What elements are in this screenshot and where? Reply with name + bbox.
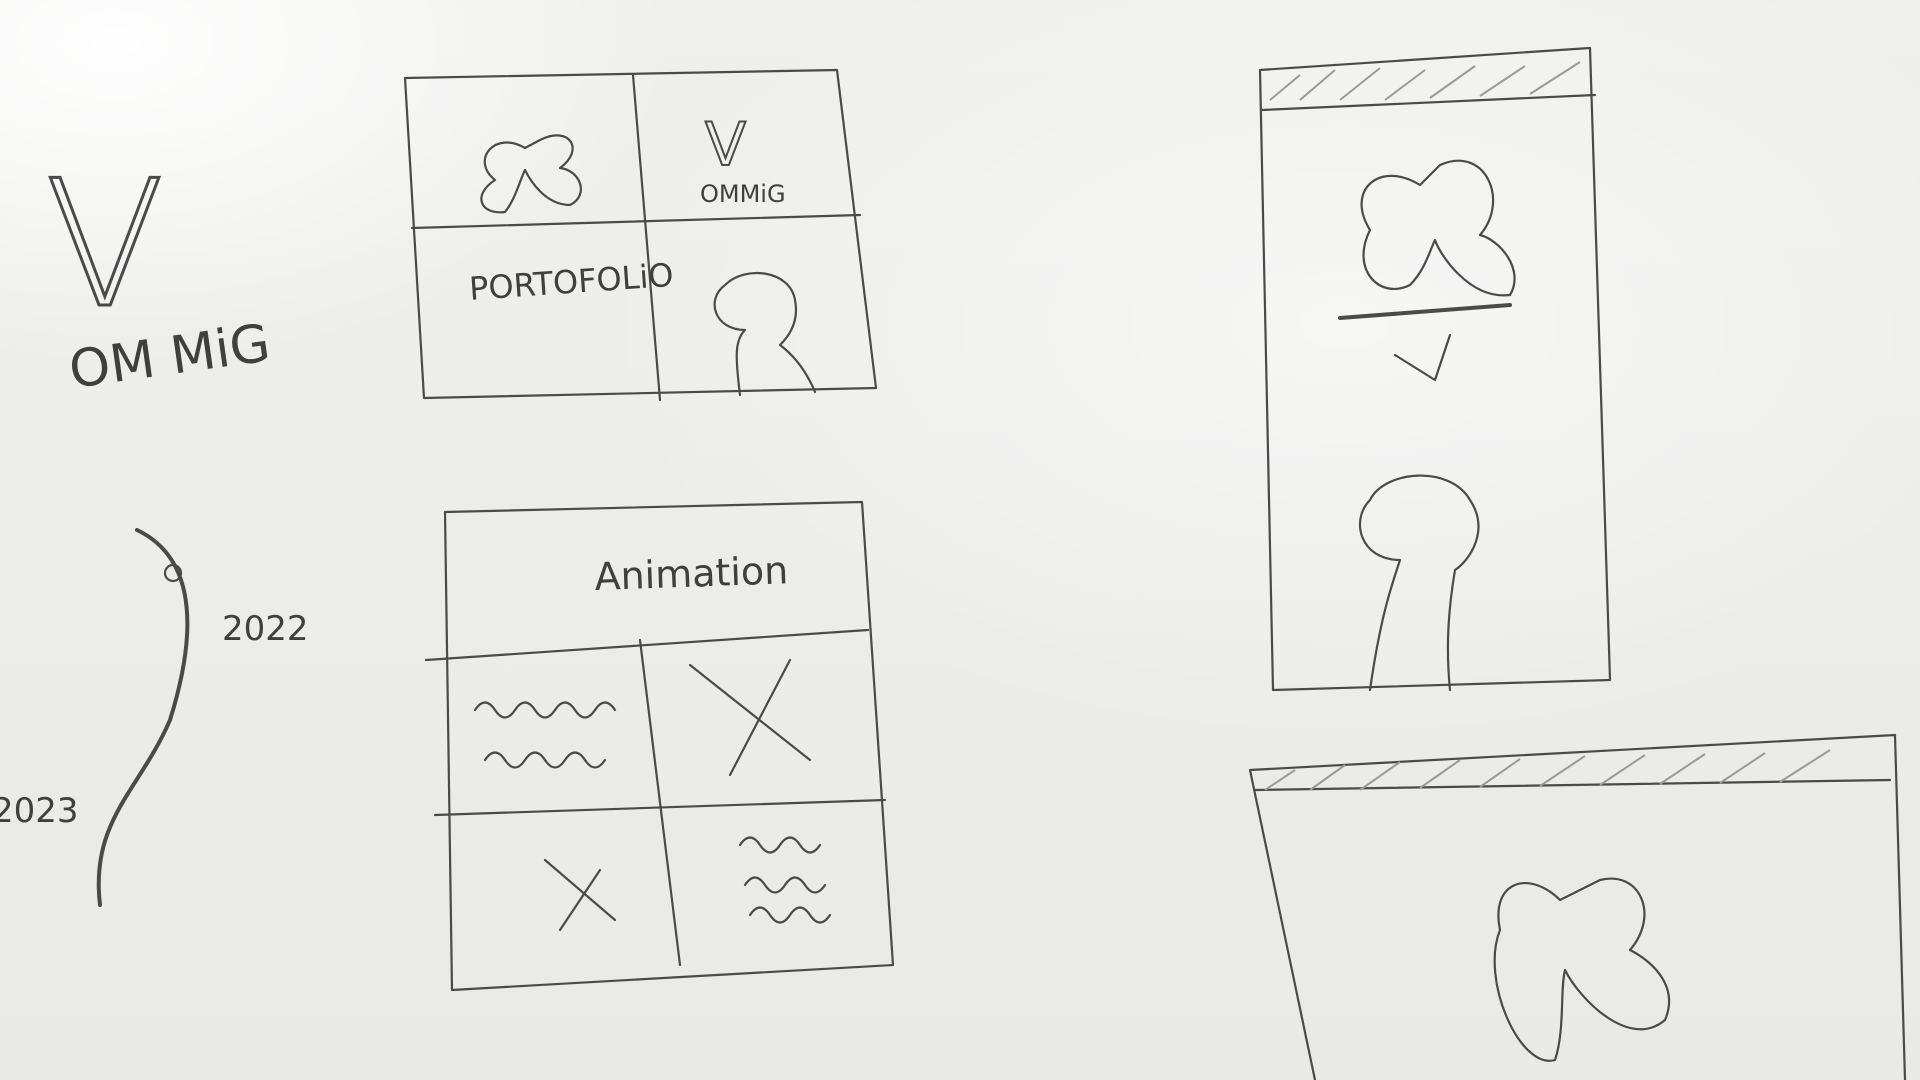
home-grid-wireframe: V OMMiG PORTOFOLiO [403, 68, 878, 402]
logo-letter: V [45, 144, 165, 347]
person-icon [713, 271, 817, 397]
image-placeholder [543, 858, 617, 932]
animation-page-wireframe: Animation [424, 500, 895, 992]
timeline-year-top: 2022 [222, 609, 309, 649]
logo-mark [1393, 333, 1452, 382]
mobile-wireframe [1258, 46, 1612, 692]
desktop-wireframe [1248, 733, 1907, 1080]
wireframe-sketch: V OM MiG 2022 2023 V OMMiG PORTOFOLiO An… [0, 46, 1907, 1080]
butterfly-icon [1360, 159, 1516, 297]
logo-mark: V OM MiG [44, 143, 274, 401]
tile-portfolio-label: PORTOFOLiO [468, 256, 675, 308]
timeline-line [96, 528, 190, 907]
animation-header: Animation [594, 548, 789, 599]
timeline: 2022 2023 [0, 528, 309, 907]
home-grid-frame [403, 68, 878, 400]
tile-about-caption: OMMiG [700, 180, 786, 208]
tile-about-logo: V [705, 110, 746, 180]
text-placeholder [473, 701, 617, 769]
image-placeholder [688, 658, 812, 777]
butterfly-icon [1493, 877, 1671, 1062]
text-placeholder [738, 836, 832, 924]
person-icon [1358, 474, 1480, 692]
timeline-year-bottom: 2023 [0, 791, 79, 831]
desktop-frame [1248, 733, 1907, 1080]
mobile-frame [1258, 46, 1612, 692]
menu-divider [1338, 303, 1512, 320]
butterfly-icon [480, 134, 582, 214]
